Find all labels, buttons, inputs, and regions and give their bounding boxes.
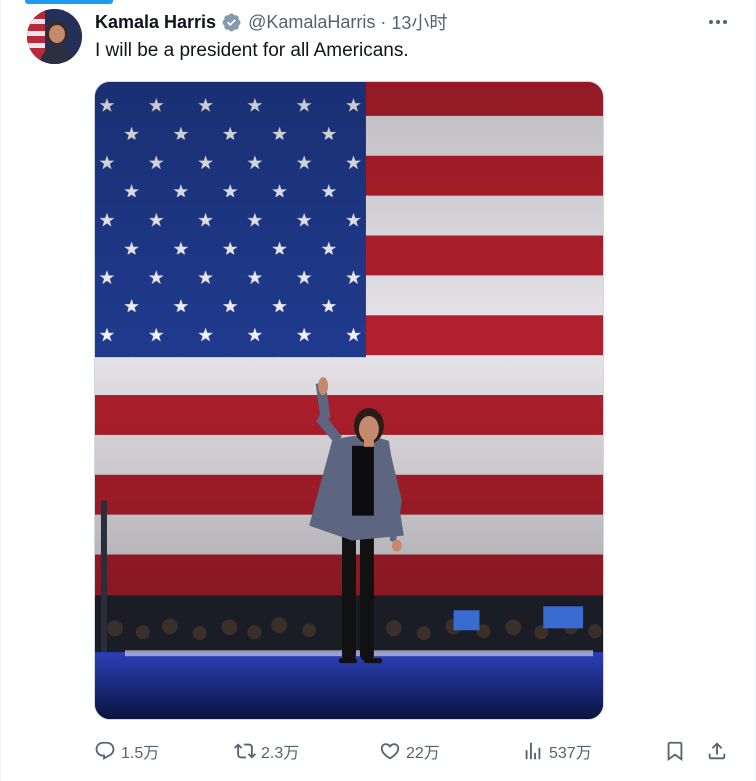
heart-icon: [380, 743, 400, 760]
bookmark-icon: [667, 741, 683, 762]
like-button[interactable]: 22万: [379, 736, 440, 766]
retweet-count: 2.3万: [261, 745, 300, 762]
bookmark-button[interactable]: [664, 736, 686, 766]
separator-dot: ·: [380, 11, 387, 32]
flag-stage-image: [95, 82, 603, 719]
views-icon: [525, 742, 541, 760]
avatar[interactable]: [27, 9, 82, 64]
tab-indicator: [25, 0, 113, 4]
retweet-button[interactable]: 2.3万: [234, 736, 299, 766]
retweet-icon: [234, 743, 256, 759]
verified-badge-icon[interactable]: [221, 12, 242, 33]
more-icon[interactable]: [706, 10, 730, 34]
tweet-photo[interactable]: [94, 81, 604, 720]
views-button[interactable]: 537万: [522, 736, 592, 766]
tweet-text: I will be a president for all Americans.: [95, 40, 409, 61]
share-icon: [708, 742, 726, 760]
reply-count: 1.5万: [121, 745, 160, 762]
reply-button[interactable]: 1.5万: [94, 736, 159, 766]
tweet-header: Kamala Harris @KamalaHarris · 13小时: [95, 10, 447, 34]
reply-icon: [95, 741, 115, 760]
views-count: 537万: [549, 745, 592, 762]
share-button[interactable]: [706, 736, 728, 766]
author-name[interactable]: Kamala Harris: [95, 12, 216, 33]
timestamp[interactable]: 13小时: [391, 9, 447, 35]
author-handle[interactable]: @KamalaHarris: [248, 12, 375, 33]
tweet-action-bar: 1.5万 2.3万 22万 537万: [94, 736, 734, 766]
avatar-image: [27, 9, 82, 64]
like-count: 22万: [406, 745, 440, 762]
